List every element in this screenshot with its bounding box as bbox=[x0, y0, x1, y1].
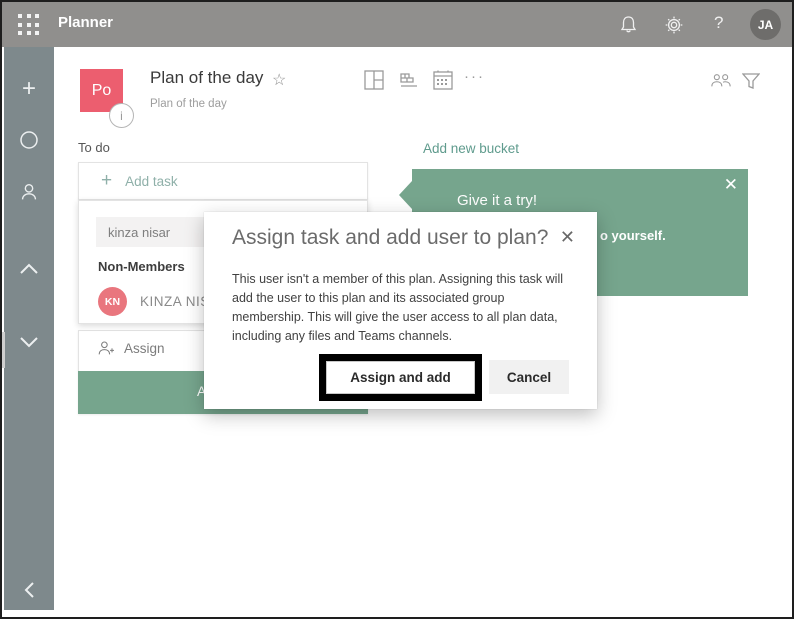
plus-icon: + bbox=[101, 170, 113, 191]
plan-tile-initials: Po bbox=[91, 81, 112, 99]
planner-window: Planner ? JA + Po i Plan of the day ☆ Pl… bbox=[0, 0, 794, 619]
member-avatar-initials: KN bbox=[104, 295, 121, 308]
scroll-down-chevron-icon[interactable] bbox=[4, 327, 54, 357]
favorite-star-icon[interactable]: ☆ bbox=[272, 70, 286, 90]
plan-info-icon[interactable]: i bbox=[109, 103, 134, 128]
callout-text-fragment: o yourself. bbox=[600, 228, 666, 243]
notifications-bell-icon[interactable] bbox=[619, 15, 638, 35]
planner-hub-icon[interactable] bbox=[4, 125, 54, 155]
filter-funnel-icon[interactable] bbox=[742, 72, 762, 92]
dialog-close-icon[interactable]: ✕ bbox=[560, 227, 575, 248]
my-tasks-person-icon[interactable] bbox=[4, 177, 54, 207]
non-members-section-label: Non-Members bbox=[98, 259, 185, 274]
settings-gear-icon[interactable] bbox=[664, 15, 684, 35]
user-avatar[interactable]: JA bbox=[750, 9, 781, 40]
assign-and-add-button[interactable]: Assign and add bbox=[326, 361, 475, 394]
add-task-button[interactable]: + Add task bbox=[78, 162, 368, 200]
assign-row[interactable]: Assign bbox=[97, 340, 165, 356]
top-app-bar: Planner ? JA bbox=[2, 2, 792, 47]
plan-title: Plan of the day bbox=[150, 68, 264, 87]
new-plan-plus-icon[interactable]: + bbox=[4, 74, 54, 104]
board-view-icon[interactable] bbox=[364, 70, 384, 90]
member-name: KINZA NIS bbox=[140, 294, 210, 309]
assign-confirmation-dialog: Assign task and add user to plan? ✕ This… bbox=[204, 212, 597, 409]
group-members-icon[interactable] bbox=[711, 72, 731, 92]
more-options-ellipsis-icon[interactable]: ··· bbox=[464, 68, 485, 85]
charts-view-icon[interactable] bbox=[399, 70, 419, 90]
collapse-nav-chevron-icon[interactable] bbox=[4, 575, 54, 605]
member-suggestion-row[interactable]: KN KINZA NIS bbox=[98, 287, 210, 316]
help-icon[interactable]: ? bbox=[714, 13, 723, 33]
app-title: Planner bbox=[58, 14, 114, 31]
member-avatar: KN bbox=[98, 287, 127, 316]
callout-title: Give it a try! bbox=[457, 192, 538, 209]
add-new-bucket-link[interactable]: Add new bucket bbox=[423, 141, 519, 156]
callout-close-icon[interactable]: ✕ bbox=[724, 175, 738, 195]
dialog-body-text: This user isn't a member of this plan. A… bbox=[232, 272, 563, 343]
assign-label: Assign bbox=[124, 340, 165, 356]
callout-beak bbox=[399, 181, 412, 209]
scrollbar-remnant bbox=[2, 332, 5, 368]
dialog-title: Assign task and add user to plan? bbox=[232, 226, 549, 249]
plan-subtitle: Plan of the day bbox=[150, 98, 227, 110]
cancel-button[interactable]: Cancel bbox=[489, 360, 569, 394]
add-task-label: Add task bbox=[125, 173, 178, 189]
help-glyph: ? bbox=[714, 13, 724, 32]
assign-person-plus-icon bbox=[98, 341, 114, 355]
bucket-title: To do bbox=[78, 140, 110, 155]
schedule-view-icon[interactable] bbox=[433, 70, 453, 90]
scroll-up-chevron-icon[interactable] bbox=[4, 254, 54, 284]
click-highlight-frame: Assign and add bbox=[319, 354, 482, 401]
left-nav-rail: + bbox=[4, 47, 54, 610]
user-avatar-initials: JA bbox=[757, 17, 774, 32]
info-glyph: i bbox=[120, 108, 123, 123]
app-launcher-waffle-icon[interactable] bbox=[17, 13, 41, 37]
